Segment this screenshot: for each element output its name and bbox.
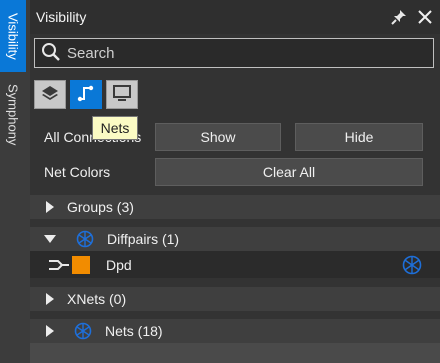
visibility-panel: Visibility Search Nets All Show Hide Net… bbox=[30, 0, 440, 363]
layers-button[interactable] bbox=[34, 80, 66, 109]
clear-all-button[interactable]: Clear All bbox=[155, 158, 423, 186]
xnets-label: XNets (0) bbox=[67, 291, 127, 307]
nets-label: Nets (18) bbox=[105, 323, 163, 339]
close-icon[interactable] bbox=[414, 6, 436, 28]
monitor-icon bbox=[112, 83, 132, 106]
dpd-label: Dpd bbox=[106, 256, 132, 273]
diffpair-icon bbox=[48, 258, 70, 272]
side-tab-visibility[interactable]: Visibility bbox=[0, 0, 26, 72]
tree-empty-area bbox=[30, 343, 440, 363]
hide-button[interactable]: Hide bbox=[295, 123, 423, 151]
side-tab-strip: Visibility Symphony bbox=[0, 0, 30, 363]
expand-arrow-icon[interactable] bbox=[46, 293, 54, 305]
tree-group-diffpairs[interactable]: Diffpairs (1) bbox=[30, 227, 440, 251]
tree-group-groups[interactable]: Groups (3) bbox=[30, 195, 440, 219]
pin-icon[interactable] bbox=[388, 6, 410, 28]
net-globe-icon bbox=[74, 322, 92, 340]
side-tab-symphony[interactable]: Symphony bbox=[0, 74, 26, 156]
collapse-arrow-icon[interactable] bbox=[44, 235, 56, 243]
expand-arrow-icon[interactable] bbox=[46, 201, 54, 213]
tree-item-dpd[interactable]: Dpd bbox=[30, 251, 440, 278]
side-tab-symphony-label: Symphony bbox=[5, 84, 21, 146]
nets-button[interactable] bbox=[70, 80, 102, 109]
net-route-icon bbox=[76, 83, 96, 106]
panel-titlebar: Visibility bbox=[30, 0, 440, 34]
side-tab-visibility-label: Visibility bbox=[5, 12, 21, 60]
groups-label: Groups (3) bbox=[67, 199, 134, 215]
tree-group-xnets[interactable]: XNets (0) bbox=[30, 287, 440, 311]
tree-group-nets[interactable]: Nets (18) bbox=[30, 319, 440, 343]
search-box bbox=[34, 38, 434, 68]
expand-arrow-icon[interactable] bbox=[46, 325, 54, 337]
net-colors-label: Net Colors bbox=[44, 164, 111, 180]
net-color-swatch[interactable] bbox=[72, 255, 90, 274]
net-visibility-icon[interactable] bbox=[402, 255, 422, 275]
layers-icon bbox=[40, 83, 60, 106]
mode-toolbar bbox=[34, 80, 138, 109]
nets-tooltip: Nets bbox=[92, 116, 138, 140]
diffpairs-label: Diffpairs (1) bbox=[107, 231, 180, 247]
net-globe-icon bbox=[76, 230, 94, 248]
panel-title: Visibility bbox=[36, 9, 87, 25]
net-colors-row: Net Colors Clear All bbox=[44, 158, 423, 186]
search-input[interactable] bbox=[61, 40, 433, 66]
show-button[interactable]: Show bbox=[155, 123, 281, 151]
display-button[interactable] bbox=[106, 80, 138, 109]
search-icon bbox=[41, 42, 61, 65]
